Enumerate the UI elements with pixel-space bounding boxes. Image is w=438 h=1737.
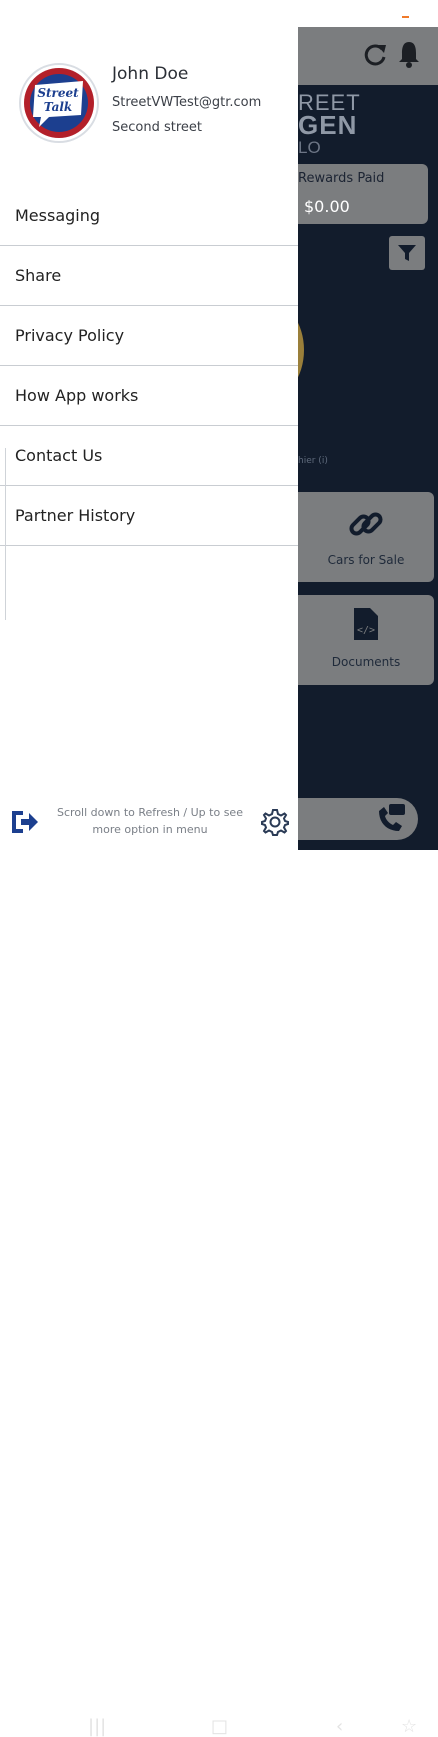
svg-text:Street: Street xyxy=(37,86,79,100)
svg-text:Talk: Talk xyxy=(44,100,72,114)
back-icon[interactable]: ‹ xyxy=(336,1716,343,1737)
app-title-line2: GEN xyxy=(298,110,358,140)
refresh-icon[interactable] xyxy=(362,42,388,68)
rewards-value: $0.00 xyxy=(304,197,350,216)
menu-item-share[interactable]: Share xyxy=(0,246,298,306)
system-navigation-bar: ||| □ ‹ ☆ xyxy=(0,850,438,1737)
tile-cars-for-sale-label: Cars for Sale xyxy=(327,553,405,567)
navigation-drawer: Street Talk John Doe StreetVWTest@gtr.co… xyxy=(0,0,298,850)
avatar: Street Talk xyxy=(19,63,99,143)
app-title-line3: LO xyxy=(298,138,321,157)
phone-message-icon[interactable] xyxy=(375,801,407,835)
footer-hint: Scroll down to Refresh / Up to see more … xyxy=(57,806,243,836)
tile-documents-label: Documents xyxy=(331,655,401,669)
menu-item-privacy-policy[interactable]: Privacy Policy xyxy=(0,306,298,366)
menu-item-messaging[interactable]: Messaging xyxy=(0,186,298,246)
drawer-menu: Messaging Share Privacy Policy How App w… xyxy=(0,186,298,546)
menu-item-contact-us[interactable]: Contact Us xyxy=(0,426,298,486)
info-label: hier (i) xyxy=(298,456,328,466)
user-address: Second street xyxy=(112,120,202,135)
logout-icon[interactable] xyxy=(9,808,39,836)
user-email: StreetVWTest@gtr.com xyxy=(112,95,262,110)
rewards-label: Rewards Paid xyxy=(298,171,385,186)
settings-icon[interactable] xyxy=(260,807,290,837)
filter-icon xyxy=(398,245,416,261)
accessibility-icon[interactable]: ☆ xyxy=(401,1716,417,1737)
status-indicator xyxy=(402,16,409,18)
menu-item-how-app-works[interactable]: How App works xyxy=(0,366,298,426)
user-name: John Doe xyxy=(112,64,189,84)
document-code-icon: </> xyxy=(354,608,378,640)
street-talk-logo: Street Talk xyxy=(24,68,94,138)
bell-icon[interactable] xyxy=(397,40,421,68)
home-icon[interactable]: □ xyxy=(211,1716,228,1737)
menu-item-partner-history[interactable]: Partner History xyxy=(0,486,298,546)
scroll-edge xyxy=(0,448,6,620)
recent-apps-icon[interactable]: ||| xyxy=(88,1716,106,1737)
svg-text:</>: </> xyxy=(357,625,375,636)
filter-button[interactable] xyxy=(389,236,425,270)
link-icon xyxy=(349,512,383,536)
